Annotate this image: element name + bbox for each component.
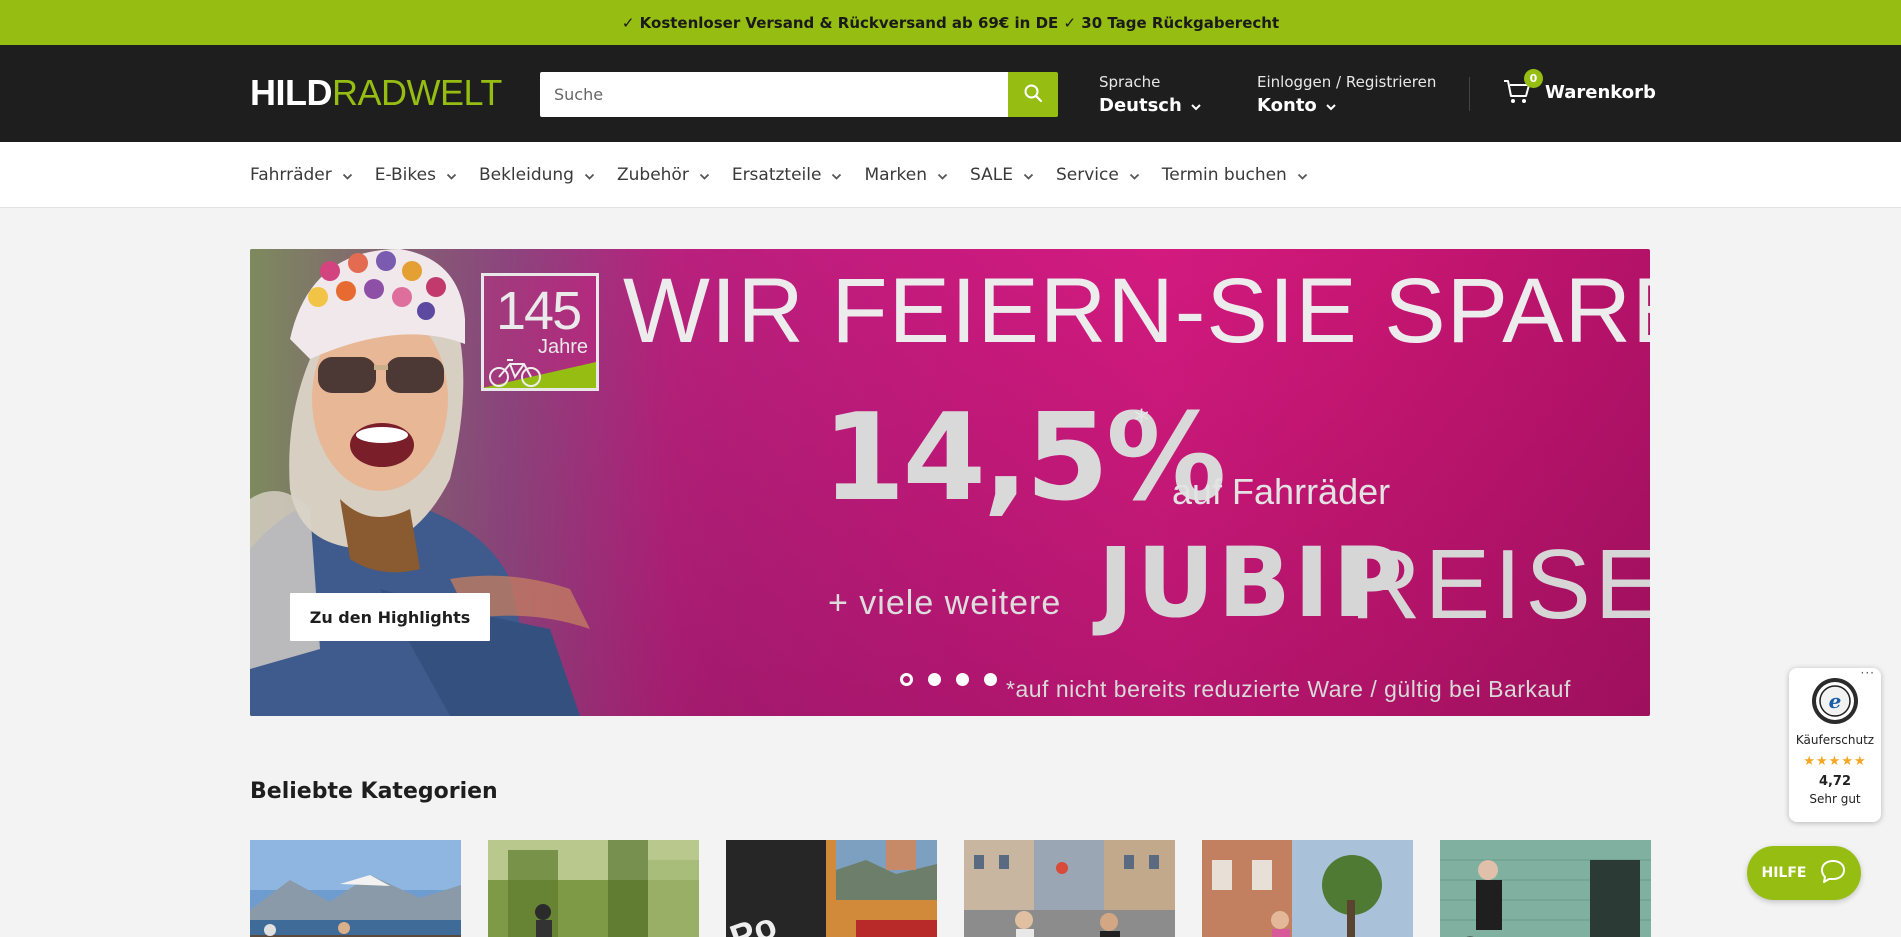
language-selector[interactable]: Sprache Deutsch [1099,73,1202,116]
language-label: Sprache [1099,73,1161,91]
nav-item-zubehoer[interactable]: Zubehör [617,165,710,185]
search-button[interactable] [1008,72,1058,117]
nav-label: E-Bikes [374,165,436,185]
nav-item-marken[interactable]: Marken [864,165,948,185]
badge-label: Jahre [537,336,588,358]
cart-button[interactable]: 0 Warenkorb [1503,69,1656,105]
nav-label: Service [1055,165,1119,185]
language-value: Deutsch [1099,95,1182,116]
badge-number: 145 [496,281,582,341]
nav-label: Bekleidung [478,165,574,185]
nav-label: Marken [864,165,927,185]
nav-item-termin-buchen[interactable]: Termin buchen [1162,165,1308,185]
cart-label: Warenkorb [1545,81,1656,103]
announcement-text: ✓ Kostenloser Versand & Rückversand ab 6… [621,13,1280,32]
carousel-dot-2[interactable] [928,673,941,686]
category-image-bike-parts: Po [726,840,937,937]
highlights-button[interactable]: Zu den Highlights [290,593,490,641]
search-input[interactable] [540,72,1008,117]
category-image-mtb-motion [488,840,699,937]
announcement-bar: ✓ Kostenloser Versand & Rückversand ab 6… [0,0,1901,45]
chevron-down-icon [1325,95,1337,116]
chat-bubble-icon [1820,859,1846,887]
login-register-link[interactable]: Einloggen / Registrieren [1257,73,1436,91]
bicycle-icon [489,359,541,387]
cart-icon [1503,80,1531,109]
chevron-down-icon [584,165,595,185]
chevron-down-icon [699,165,710,185]
rating-score: 4,72 [1818,774,1852,789]
svg-text:e: e [1829,689,1842,713]
search-icon [1023,83,1043,107]
search-bar [540,72,1058,117]
category-image-city-cyclists [964,840,1175,937]
category-card[interactable] [1440,840,1651,937]
chevron-down-icon [831,165,842,185]
nav-label: Zubehör [616,165,689,185]
hero-more-text: + viele weitere [828,584,1062,622]
header-divider [1469,77,1470,111]
category-card[interactable] [1202,840,1413,937]
category-image-ebike-urban [1440,840,1651,937]
help-chat-button[interactable]: HILFE [1747,846,1861,900]
category-card[interactable]: Po [726,840,937,937]
hero-headline: WIR FEIERN-SIE SPAREN [623,260,1650,362]
trusted-shops-badge[interactable]: ··· e Käuferschutz ★★★★★ 4,72 Sehr gut [1789,666,1881,822]
category-card[interactable] [488,840,699,937]
hero-disclaimer: *auf nicht bereits reduzierte Ware / gül… [1006,676,1571,702]
chevron-down-icon [1297,165,1308,185]
nav-item-service[interactable]: Service [1056,165,1140,185]
buyer-protection-label: Käuferschutz [1795,733,1875,747]
carousel-dots [900,673,997,686]
chevron-down-icon [1023,165,1034,185]
carousel-dot-1[interactable] [900,673,913,686]
chevron-down-icon [937,165,948,185]
main-navigation: Fahrräder E-Bikes Bekleidung Zubehör Ers… [0,142,1901,208]
chevron-down-icon [1190,95,1202,116]
hero-discount-percent: 14,5% [822,389,1226,528]
language-dropdown[interactable]: Deutsch [1099,95,1202,116]
chevron-down-icon [342,165,353,185]
help-label: HILFE [1761,865,1807,881]
logo-part-radwelt: RADWELT [332,72,502,113]
chevron-down-icon [1129,165,1140,185]
nav-item-ersatzteile[interactable]: Ersatzteile [732,165,843,185]
nav-item-bekleidung[interactable]: Bekleidung [479,165,595,185]
nav-label: Termin buchen [1161,165,1287,185]
nav-item-e-bikes[interactable]: E-Bikes [375,165,457,185]
category-grid: Po [250,840,1651,937]
logo-part-hild: HILD [250,72,333,113]
category-image-mountain-lake [250,840,461,937]
rating-stars: ★★★★★ [1803,754,1867,769]
category-card[interactable] [250,840,461,937]
category-card[interactable] [964,840,1175,937]
chevron-down-icon [446,165,457,185]
nav-label: Ersatzteile [731,165,822,185]
hero-discount-suffix: auf Fahrräder [1172,471,1391,512]
site-header: HILDRADWELT Sprache Deutsch Einloggen / … [0,45,1901,142]
more-options-icon[interactable]: ··· [1861,666,1875,680]
account-value: Konto [1257,95,1317,116]
nav-label: SALE [970,165,1013,185]
rating-verdict: Sehr gut [1809,792,1861,806]
section-title: Beliebte Kategorien [250,779,498,804]
category-image-kids-bike [1202,840,1413,937]
account-menu[interactable]: Einloggen / Registrieren Konto [1257,73,1436,116]
cart-count-badge: 0 [1524,69,1543,88]
nav-label: Fahrräder [250,165,332,185]
hero-asterisk: * [1134,404,1149,439]
nav-item-fahrraeder[interactable]: Fahrräder [250,165,353,185]
hero-banner[interactable]: 145 Jahre WIR FEIERN-SIE SPAREN 14,5% * … [250,249,1650,716]
carousel-dot-4[interactable] [984,673,997,686]
account-dropdown[interactable]: Konto [1257,95,1436,116]
hero-jubi-light: REISE [1350,529,1650,639]
trusted-shops-seal-icon: e [1812,678,1858,724]
nav-item-sale[interactable]: SALE [970,165,1034,185]
carousel-dot-3[interactable] [956,673,969,686]
145-years-badge: 145 Jahre [481,273,599,391]
brand-logo[interactable]: HILDRADWELT [250,75,502,111]
